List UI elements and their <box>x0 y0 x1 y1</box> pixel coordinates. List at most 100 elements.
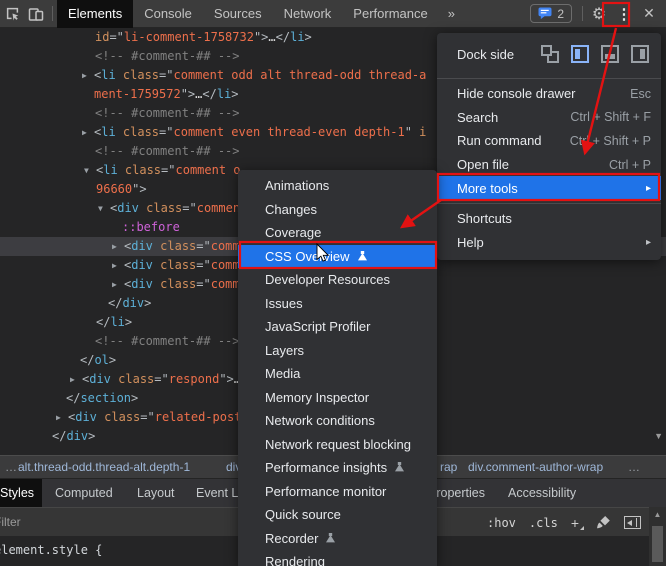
close-devtools-icon[interactable]: ✕ <box>637 5 661 22</box>
scrollbar-thumb[interactable] <box>652 526 663 562</box>
tab-elements[interactable]: Elements <box>57 0 134 28</box>
tab-console[interactable]: Console <box>133 0 203 28</box>
tree-collapse-icon[interactable]: ▼ <box>84 161 94 180</box>
dock-side-options <box>541 45 649 63</box>
device-toolbar-icon[interactable] <box>24 0 48 28</box>
more-tabs-icon[interactable]: » <box>439 0 464 28</box>
code-token: li <box>110 315 125 329</box>
styles-filter-input[interactable]: Filter <box>0 508 21 536</box>
menu-item-more-tools[interactable]: More tools ▸ <box>437 176 661 200</box>
panel-tab-layout[interactable]: Layout <box>129 479 183 507</box>
menu-separator <box>437 78 661 79</box>
menu-item-open-file[interactable]: Open file Ctrl + P <box>437 153 661 177</box>
tab-sources[interactable]: Sources <box>203 0 273 28</box>
submenu-item-label: Media <box>265 366 301 382</box>
breadcrumb-item-1[interactable]: … <box>5 456 17 478</box>
panel-tab-accessibility[interactable]: Accessibility <box>500 479 584 507</box>
panel-tab-computed[interactable]: Computed <box>47 479 121 507</box>
paint-brush-icon[interactable] <box>596 515 611 530</box>
submenu-item-developer-resources[interactable]: Developer Resources <box>238 268 437 292</box>
code-token: =" <box>159 125 174 139</box>
style-rule-selector[interactable]: element.style { <box>0 543 102 557</box>
tree-expand-icon[interactable]: ▶ <box>82 66 92 85</box>
toggle-hover-state-button[interactable]: :hov <box>487 516 516 530</box>
tree-expand-icon[interactable]: ▶ <box>70 370 80 389</box>
code-token: li-comment-1758732 <box>123 30 254 44</box>
submenu-item-rendering[interactable]: Rendering <box>238 550 437 566</box>
issues-counter[interactable]: 2 <box>530 4 572 23</box>
menu-item-run-command[interactable]: Run command Ctrl + Shift + P <box>437 129 661 153</box>
code-token: > <box>108 353 117 367</box>
code-token: class <box>152 258 197 272</box>
tree-expand-icon[interactable]: ▶ <box>112 275 122 294</box>
tree-expand-icon[interactable]: ▶ <box>56 408 66 427</box>
code-token: section <box>80 391 132 405</box>
code-token: ::before <box>122 220 180 234</box>
submenu-item-css-overview[interactable]: CSS Overview <box>238 244 437 268</box>
submenu-item-animations[interactable]: Animations <box>238 174 437 198</box>
tree-expand-icon[interactable]: ▶ <box>82 123 92 142</box>
tree-expand-icon[interactable]: ▶ <box>112 256 122 275</box>
issues-count: 2 <box>557 6 564 21</box>
inspect-element-icon[interactable] <box>0 0 24 28</box>
tree-scroll-down-icon[interactable]: ▼ <box>654 431 663 441</box>
submenu-item-memory-inspector[interactable]: Memory Inspector <box>238 386 437 410</box>
submenu-item-performance-insights[interactable]: Performance insights <box>238 456 437 480</box>
breadcrumb-item-4[interactable]: rap <box>440 456 457 478</box>
submenu-item-network-conditions[interactable]: Network conditions <box>238 409 437 433</box>
submenu-item-javascript-profiler[interactable]: JavaScript Profiler <box>238 315 437 339</box>
code-token: li <box>290 30 305 44</box>
settings-gear-icon[interactable]: ⚙ <box>587 4 611 24</box>
submenu-item-issues[interactable]: Issues <box>238 292 437 316</box>
code-token: li <box>103 163 118 177</box>
menu-item-shortcut: Ctrl + P <box>608 157 651 172</box>
menu-item-help[interactable]: Help ▸ <box>437 231 661 255</box>
submenu-item-label: CSS Overview <box>265 248 350 264</box>
customize-kebab-menu-icon[interactable]: ⋮ <box>611 5 637 23</box>
submenu-item-layers[interactable]: Layers <box>238 339 437 363</box>
new-style-rule-button[interactable]: + <box>571 515 585 531</box>
breadcrumb-item-5[interactable]: div.comment-author-wrap <box>468 456 603 478</box>
code-token: comm <box>210 258 240 272</box>
tree-expand-icon[interactable]: ▶ <box>112 237 122 256</box>
toolbar-divider <box>582 6 583 21</box>
submenu-item-media[interactable]: Media <box>238 362 437 386</box>
menu-item-search[interactable]: Search Ctrl + Shift + F <box>437 106 661 130</box>
submenu-item-quick-source[interactable]: Quick source <box>238 503 437 527</box>
scrollbar-up-icon[interactable]: ▲ <box>649 510 666 519</box>
styles-scrollbar[interactable]: ▲ <box>649 507 666 566</box>
code-token: <!-- #comment-## --> <box>95 144 240 158</box>
code-token: class <box>115 68 160 82</box>
toggle-element-classes-button[interactable]: .cls <box>529 516 558 530</box>
menu-item-hide-console-drawer[interactable]: Hide console drawer Esc <box>437 82 661 106</box>
menu-item-label: Run command <box>457 133 542 149</box>
tab-performance[interactable]: Performance <box>342 0 438 28</box>
breadcrumb-item-2[interactable]: alt.thread-odd.thread-alt.depth-1 <box>18 456 190 478</box>
dock-to-right-icon[interactable] <box>631 45 649 63</box>
code-token: > <box>124 315 133 329</box>
code-token: div <box>89 372 111 386</box>
menu-item-shortcut: Ctrl + Shift + P <box>569 133 651 148</box>
panel-tab-styles[interactable]: Styles <box>0 479 43 507</box>
dock-to-bottom-icon[interactable] <box>601 45 619 63</box>
breadcrumb-item-6[interactable]: … <box>628 456 640 478</box>
menu-item-shortcuts[interactable]: Shortcuts <box>437 207 661 231</box>
code-token: ol <box>94 353 109 367</box>
undock-icon[interactable] <box>541 45 559 63</box>
submenu-item-network-request-blocking[interactable]: Network request blocking <box>238 433 437 457</box>
tab-network[interactable]: Network <box>273 0 343 28</box>
submenu-item-label: Developer Resources <box>265 272 391 288</box>
dock-side-row: Dock side <box>437 33 661 75</box>
main-menu-items: Hide console drawer Esc Search Ctrl + Shift… <box>437 78 661 254</box>
computed-sidebar-toggle-icon[interactable] <box>624 516 641 529</box>
code-token: > <box>231 87 239 101</box>
submenu-item-coverage[interactable]: Coverage <box>238 221 437 245</box>
menu-item-shortcut: Ctrl + Shift + F <box>570 110 651 125</box>
submenu-item-recorder[interactable]: Recorder <box>238 527 437 551</box>
code-token: =" <box>196 239 211 253</box>
submenu-item-changes[interactable]: Changes <box>238 198 437 222</box>
code-token: 96660 <box>96 182 133 196</box>
tree-collapse-icon[interactable]: ▼ <box>98 199 108 218</box>
submenu-item-performance-monitor[interactable]: Performance monitor <box>238 480 437 504</box>
dock-to-left-icon[interactable] <box>571 45 589 63</box>
